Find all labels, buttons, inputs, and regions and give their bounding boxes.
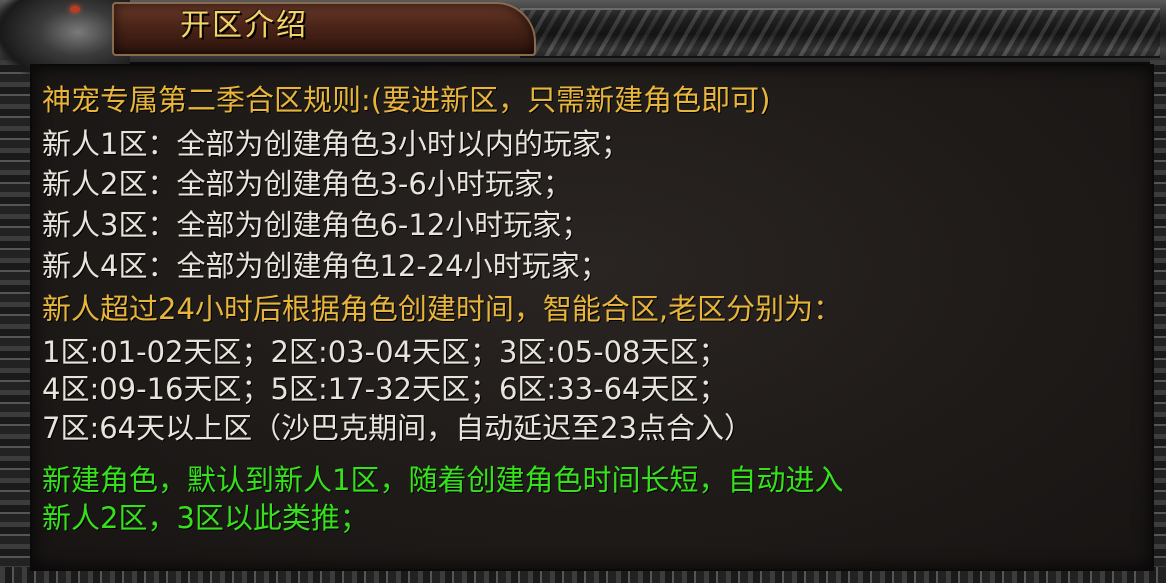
left-border [0, 60, 30, 583]
new-character-note-2: 新人2区，3区以此类推； [42, 501, 369, 535]
rule-line-zone4: 新人4区：全部为创建角色12-24小时玩家； [42, 249, 609, 283]
old-zone-line-2: 4区:09-16天区；5区:17-32天区；6区:33-64天区； [42, 372, 728, 406]
rules-heading: 神宠专属第二季合区规则:(要进新区，只需新建角色即可) [42, 83, 771, 117]
old-zone-line-3: 7区:64天以上区（沙巴克期间，自动延迟至23点合入） [42, 411, 754, 445]
merge-rule-heading: 新人超过24小时后根据角色创建时间，智能合区,老区分别为： [42, 292, 843, 326]
rule-line-zone2: 新人2区：全部为创建角色3-6小时玩家； [42, 167, 572, 201]
content-area: 神宠专属第二季合区规则:(要进新区，只需新建角色即可) 新人1区：全部为创建角色… [30, 64, 1154, 571]
rule-line-zone1: 新人1区：全部为创建角色3小时以内的玩家； [42, 127, 630, 161]
old-zone-line-1: 1区:01-02天区；2区:03-04天区；3区:05-08天区； [42, 335, 728, 369]
panel-title: 开区介绍 [180, 8, 308, 43]
new-character-note-1: 新建角色，默认到新人1区，随着创建角色时间长短，自动进入 [42, 463, 844, 497]
rule-line-zone3: 新人3区：全部为创建角色6-12小时玩家； [42, 208, 591, 242]
title-plate [112, 2, 536, 56]
header-ornament [520, 8, 1160, 58]
dragon-eye-icon [70, 6, 80, 12]
